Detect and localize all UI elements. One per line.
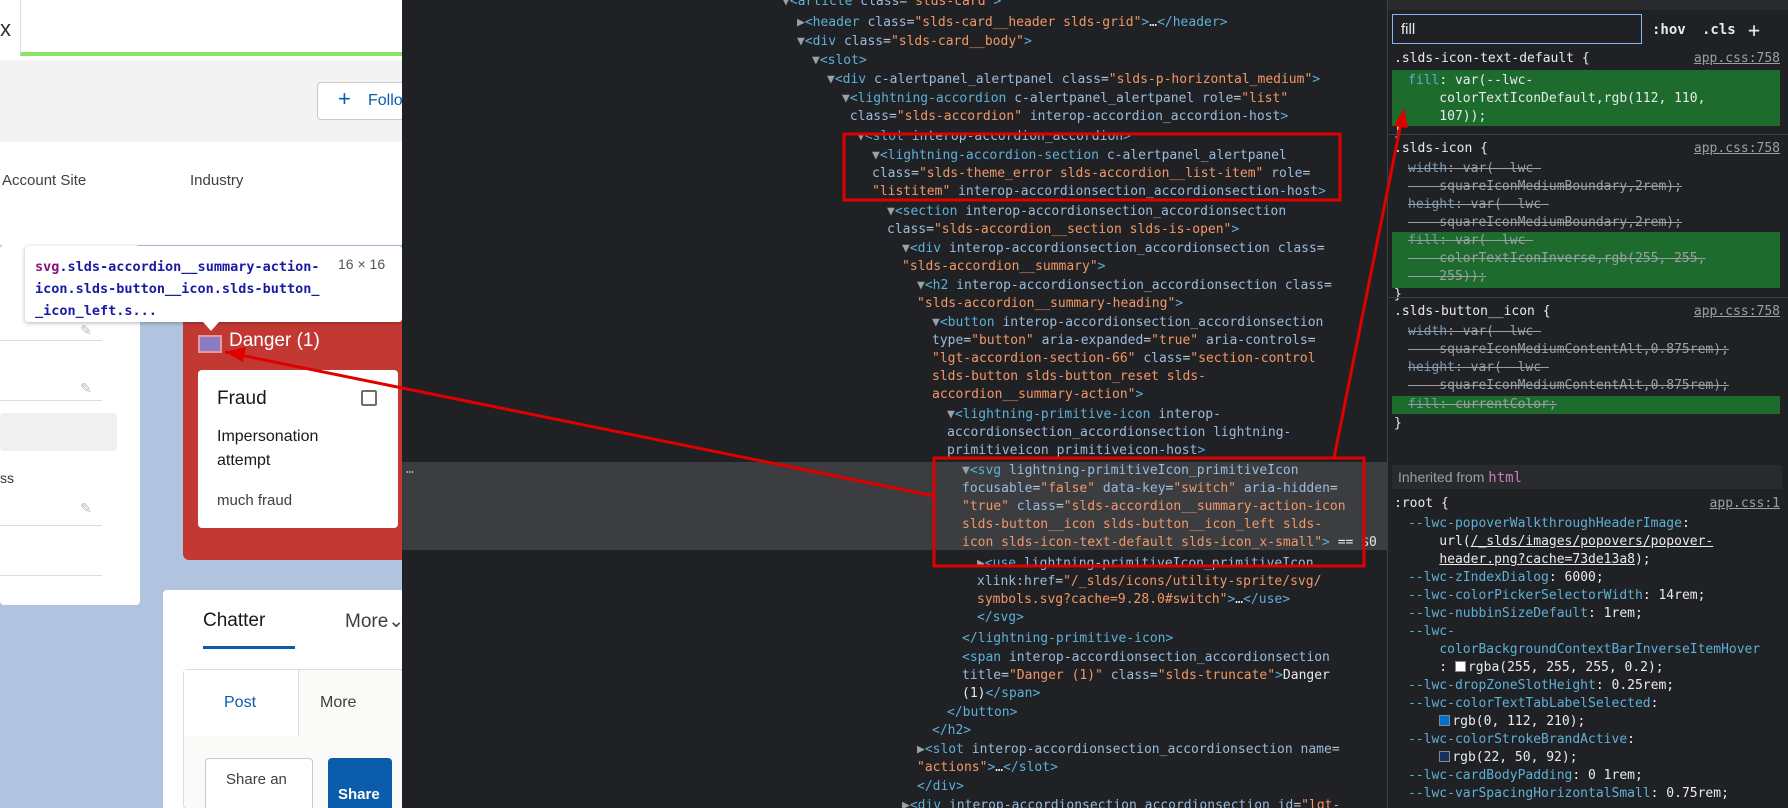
switch-icon[interactable]: [198, 335, 222, 353]
css-source-link[interactable]: app.css:758: [1694, 141, 1780, 156]
salesforce-page: x + Follo Account Site Industry ✎ ✎ ✎ ss…: [0, 0, 402, 808]
dom-node[interactable]: ▶<header class="slds-card__header slds-g…: [797, 14, 1228, 32]
tooltip-arrow: [203, 322, 219, 331]
divider: [0, 525, 102, 526]
dom-node[interactable]: ▼<div c-alertpanel_alertpanel class="sld…: [827, 71, 1320, 89]
css-source-link[interactable]: app.css:758: [1694, 51, 1780, 66]
css-source-link[interactable]: app.css:758: [1694, 304, 1780, 319]
dom-node[interactable]: ▼<article class="slds-card">: [782, 0, 1001, 11]
alert-card: Fraud Impersonation attempt much fraud: [198, 370, 398, 528]
css-selector: :root {: [1394, 496, 1449, 511]
pencil-icon[interactable]: ✎: [80, 322, 92, 339]
divider: [1388, 297, 1788, 298]
accordion-section-title[interactable]: Danger (1): [229, 330, 320, 352]
field-label-account-site: Account Site: [2, 172, 87, 189]
dom-node[interactable]: ▼<lightning-primitive-icon interop- acco…: [947, 406, 1291, 460]
workspace-tab[interactable]: [20, 0, 402, 56]
css-declaration[interactable]: width: var(--lwc- squareIconMediumBounda…: [1408, 160, 1682, 232]
hov-toggle[interactable]: :hov: [1652, 22, 1686, 38]
dom-node[interactable]: ▼<lightning-accordion-section c-alertpan…: [872, 147, 1326, 201]
selected-row[interactable]: [0, 413, 117, 451]
plus-icon: +: [338, 86, 351, 111]
css-declaration[interactable]: width: var(--lwc- squareIconMediumConten…: [1408, 323, 1729, 395]
css-declaration[interactable]: fill: var(--lwc- colorTextIconDefault,rg…: [1408, 72, 1705, 126]
css-brace: }: [1394, 287, 1402, 302]
tooltip-size: 16 × 16: [338, 256, 386, 272]
dom-node[interactable]: </div>: [917, 778, 964, 796]
devtools-elements-panel: … ▼<article class="slds-card"> ▶<header …: [402, 0, 1387, 808]
publisher-more-label[interactable]: More: [320, 694, 356, 712]
dom-node[interactable]: ▶<div interop-accordionsection_accordion…: [902, 797, 1340, 808]
publisher-post-label[interactable]: Post: [224, 694, 256, 712]
dom-node[interactable]: ▼<lightning-accordion c-alertpanel_alert…: [842, 90, 1288, 126]
dom-node[interactable]: ▼<section interop-accordionsection_accor…: [887, 203, 1286, 239]
styles-filter-input[interactable]: fill: [1392, 14, 1642, 44]
pencil-icon[interactable]: ✎: [80, 500, 92, 517]
divider: [1388, 134, 1788, 135]
cls-toggle[interactable]: .cls: [1702, 22, 1736, 38]
alert-card-title: Fraud: [217, 388, 267, 409]
node-menu-icon[interactable]: …: [406, 462, 414, 477]
follow-button[interactable]: + Follo: [317, 82, 402, 120]
css-declaration[interactable]: fill: var(--lwc- colorTextIconInverse,rg…: [1408, 232, 1705, 286]
chevron-down-icon: ⌄: [388, 611, 402, 632]
divider: [0, 400, 102, 401]
css-source-link[interactable]: app.css:1: [1710, 496, 1780, 511]
css-selector: .slds-button__icon {: [1394, 304, 1551, 319]
tab-more[interactable]: More⌄: [345, 610, 402, 633]
field-label-industry: Industry: [190, 172, 244, 189]
alert-line: much fraud: [217, 492, 293, 509]
tab-chatter[interactable]: Chatter: [203, 610, 295, 649]
dom-node[interactable]: ▼<div interop-accordionsection_accordion…: [902, 240, 1325, 276]
css-selector: .slds-icon {: [1394, 141, 1488, 156]
pencil-icon[interactable]: ✎: [80, 380, 92, 397]
close-tab-icon[interactable]: x: [0, 16, 11, 42]
dom-node[interactable]: ▼<slot interop-accordion_accordion>: [857, 128, 1131, 146]
inspect-tooltip: svg.slds-accordion__summary-action-icon.…: [25, 246, 402, 322]
dom-node[interactable]: ▼<div class="slds-card__body">: [797, 33, 1032, 51]
field-value: ss: [0, 470, 14, 486]
tooltip-selector: svg.slds-accordion__summary-action-icon.…: [35, 259, 320, 319]
dom-node[interactable]: <span interop-accordionsection_accordion…: [962, 649, 1330, 703]
devtools-styles-panel: fill :hov .cls + .slds-icon-text-default…: [1387, 0, 1788, 808]
dom-node-svg-selected[interactable]: ▼<svg lightning-primitiveIcon_primitiveI…: [962, 462, 1377, 552]
dom-node[interactable]: ▼<button interop-accordionsection_accord…: [932, 314, 1323, 404]
dom-node[interactable]: </lightning-primitive-icon>: [962, 630, 1173, 648]
share-input[interactable]: Share an: [205, 758, 313, 808]
inherited-from-header: Inherited from html: [1392, 465, 1782, 489]
css-brace: }: [1394, 416, 1402, 431]
new-rule-button[interactable]: +: [1748, 18, 1760, 42]
dom-node[interactable]: </button>: [947, 704, 1017, 722]
css-declaration[interactable]: fill: currentColor;: [1408, 396, 1557, 414]
popout-icon[interactable]: [361, 390, 377, 406]
alert-line: Impersonation: [217, 428, 319, 445]
dom-node[interactable]: ▶<slot interop-accordionsection_accordio…: [917, 741, 1340, 777]
dom-node[interactable]: ▼<slot>: [812, 52, 867, 70]
dom-node[interactable]: ▼<h2 interop-accordionsection_accordions…: [917, 277, 1332, 313]
styles-tabs[interactable]: [1388, 0, 1788, 10]
dom-node[interactable]: </h2>: [932, 722, 971, 740]
css-variable-list[interactable]: --lwc-popoverWalkthroughHeaderImage: url…: [1408, 515, 1760, 803]
dom-node[interactable]: ▶<use lightning-primitiveIcon_primitiveI…: [977, 555, 1321, 627]
css-selector: .slds-icon-text-default {: [1394, 51, 1590, 66]
divider: [0, 340, 102, 341]
highlights-panel: Account Site Industry: [0, 142, 402, 245]
css-brace: }: [1394, 124, 1402, 139]
share-button[interactable]: Share: [328, 758, 392, 808]
alert-line: attempt: [217, 452, 271, 469]
divider: [0, 575, 102, 576]
